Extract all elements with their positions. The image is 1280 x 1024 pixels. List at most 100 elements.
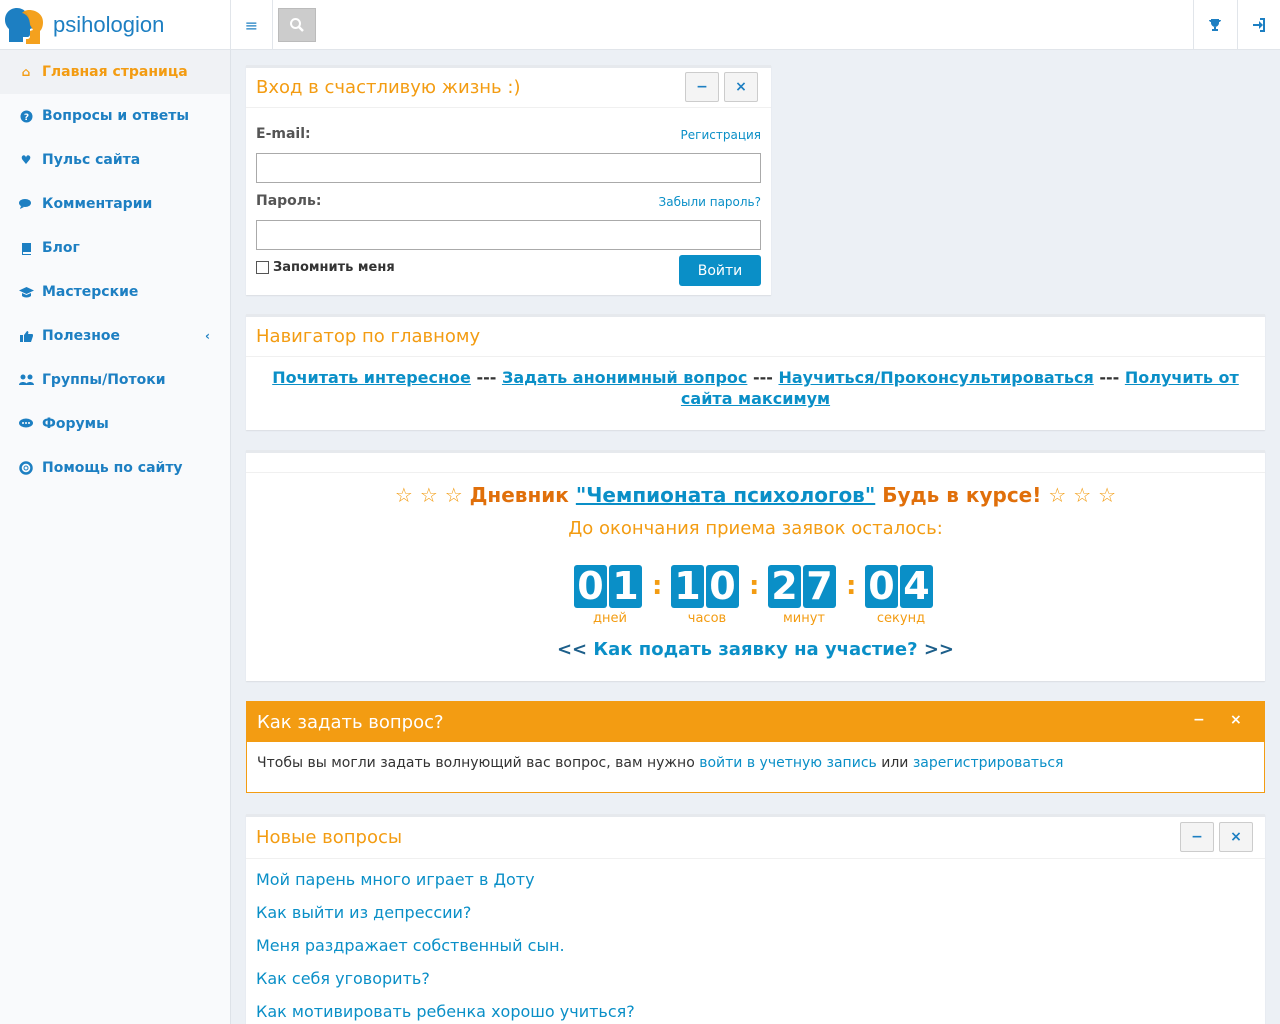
close-icon: ×	[1230, 829, 1242, 845]
logo[interactable]: psihologion	[0, 0, 231, 50]
or-text: или	[881, 755, 909, 771]
navigator-links: Почитать интересное --- Задать анонимный…	[246, 357, 1265, 409]
collapse-button[interactable]: −	[1193, 712, 1205, 728]
minus-icon: −	[1191, 829, 1203, 845]
digit: 0	[865, 565, 898, 608]
sign-in-button[interactable]	[1237, 0, 1280, 50]
sidebar-item-label: Комментарии	[42, 196, 153, 212]
sidebar-item-pulse[interactable]: ♥ Пульс сайта	[0, 138, 230, 182]
sidebar-item-label: Группы/Потоки	[42, 372, 166, 388]
colon: :	[652, 571, 663, 601]
password-label: Пароль:	[256, 193, 322, 209]
remember-checkbox[interactable]	[256, 261, 269, 274]
sidebar-item-label: Форумы	[42, 416, 109, 432]
sidebar-item-label: Главная страница	[42, 64, 188, 80]
sidebar-toggle-button[interactable]: ≡	[231, 0, 273, 50]
login-title: Вход в счастливую жизнь :)	[256, 77, 521, 98]
close-button[interactable]: ×	[1219, 822, 1253, 852]
question-circle-icon: ?	[18, 108, 34, 124]
sidebar-item-label: Мастерские	[42, 284, 139, 300]
minus-icon: −	[1193, 712, 1205, 728]
sidebar-item-label: Блог	[42, 240, 80, 256]
championship-suffix: Будь в курсе!	[882, 483, 1042, 507]
question-link[interactable]: Меня раздражает собственный сын.	[256, 936, 565, 955]
login-submit-button[interactable]: Войти	[679, 255, 761, 286]
separator: ---	[752, 368, 773, 387]
collapse-button[interactable]: −	[685, 72, 719, 102]
sidebar-item-home[interactable]: ⌂ Главная страница	[0, 50, 230, 94]
collapse-button[interactable]: −	[1180, 822, 1214, 852]
how-to-ask-title: Как задать вопрос?	[257, 711, 444, 733]
sidebar-item-label: Помощь по сайту	[42, 460, 183, 476]
chevron-left-icon: ‹	[205, 329, 210, 343]
how-to-ask-header: Как задать вопрос? − ×	[247, 702, 1264, 742]
navigator-title: Навигатор по главному	[256, 326, 481, 347]
separator: ---	[1099, 368, 1120, 387]
digit: 0	[706, 565, 739, 608]
trophy-button[interactable]	[1193, 0, 1236, 50]
brand-name: psihologion	[53, 12, 165, 37]
sidebar-item-comments[interactable]: Комментарии	[0, 182, 230, 226]
head-logo-icon	[5, 8, 43, 44]
email-label: E-mail:	[256, 126, 311, 142]
sidebar-item-questions[interactable]: ? Вопросы и ответы	[0, 94, 230, 138]
trophy-icon	[1209, 19, 1221, 31]
password-field[interactable]	[256, 220, 761, 250]
forgot-password-link[interactable]: Забыли пароль?	[659, 195, 761, 209]
colon: :	[846, 571, 857, 601]
how-to-ask-body: Чтобы вы могли задать волнующий вас вопр…	[247, 742, 1264, 784]
question-link[interactable]: Мой парень много играет в Доту	[256, 870, 535, 889]
digit: 7	[803, 565, 836, 608]
new-questions-box: Новые вопросы − × Мой парень много играе…	[246, 814, 1265, 1024]
countdown-minutes: 2 7	[767, 565, 837, 608]
graduation-cap-icon	[18, 284, 34, 300]
question-link[interactable]: Как мотивировать ребенка хорошо учиться?	[256, 1002, 635, 1021]
stars-icon: ☆ ☆ ☆	[394, 483, 463, 507]
sidebar-item-forums[interactable]: Форумы	[0, 402, 230, 446]
countdown-seconds: 0 4	[864, 565, 934, 608]
login-link[interactable]: войти в учетную запись	[699, 755, 877, 771]
separator: ---	[476, 368, 497, 387]
countdown-subtitle: До окончания приема заявок осталось:	[568, 518, 943, 539]
life-ring-icon	[18, 460, 34, 476]
digit: 4	[900, 565, 933, 608]
nav-link-ask-anonymous[interactable]: Задать анонимный вопрос	[502, 368, 747, 387]
seconds-label: секунд	[876, 611, 926, 626]
hours-label: часов	[687, 611, 727, 626]
countdown-hours: 1 0	[670, 565, 740, 608]
digit: 1	[671, 565, 704, 608]
book-icon	[18, 240, 34, 256]
email-field[interactable]	[256, 153, 761, 183]
sign-in-icon	[1253, 18, 1265, 32]
apply-left-arrows: <<	[556, 639, 588, 660]
apply-link[interactable]: Как подать заявку на участие?	[593, 639, 917, 660]
search-button[interactable]	[278, 8, 316, 42]
navigator-header: Навигатор по главному	[246, 317, 1265, 357]
championship-link[interactable]: "Чемпионата психологов"	[576, 483, 875, 507]
register-link[interactable]: зарегистрироваться	[913, 755, 1064, 771]
sidebar-item-help[interactable]: Помощь по сайту	[0, 446, 230, 490]
sidebar-item-groups[interactable]: Группы/Потоки	[0, 358, 230, 402]
sidebar-item-label: Вопросы и ответы	[42, 108, 189, 124]
question-link[interactable]: Как себя уговорить?	[256, 969, 430, 988]
comment-icon	[18, 416, 34, 432]
login-box: Вход в счастливую жизнь :) − × E-mail: Р…	[246, 65, 771, 295]
sidebar-item-workshops[interactable]: Мастерские	[0, 270, 230, 314]
close-button[interactable]: ×	[724, 72, 758, 102]
nav-link-read[interactable]: Почитать интересное	[272, 368, 471, 387]
sidebar-item-blog[interactable]: Блог	[0, 226, 230, 270]
close-icon: ×	[735, 79, 747, 95]
nav-link-learn[interactable]: Научиться/Проконсультироваться	[778, 368, 1093, 387]
sidebar-item-useful[interactable]: Полезное ‹	[0, 314, 230, 358]
register-link[interactable]: Регистрация	[681, 128, 761, 142]
colon: :	[749, 571, 760, 601]
question-link[interactable]: Как выйти из депрессии?	[256, 903, 471, 922]
login-box-header: Вход в счастливую жизнь :) − ×	[246, 68, 771, 108]
how-to-ask-text: Чтобы вы могли задать волнующий вас вопр…	[257, 755, 695, 771]
close-button[interactable]: ×	[1230, 712, 1242, 728]
how-to-ask-box: Как задать вопрос? − × Чтобы вы могли за…	[246, 701, 1265, 793]
stars-icon: ☆ ☆ ☆	[1048, 483, 1117, 507]
digit: 0	[574, 565, 607, 608]
sidebar-item-label: Полезное	[42, 328, 121, 344]
heartbeat-icon: ♥	[20, 153, 32, 167]
